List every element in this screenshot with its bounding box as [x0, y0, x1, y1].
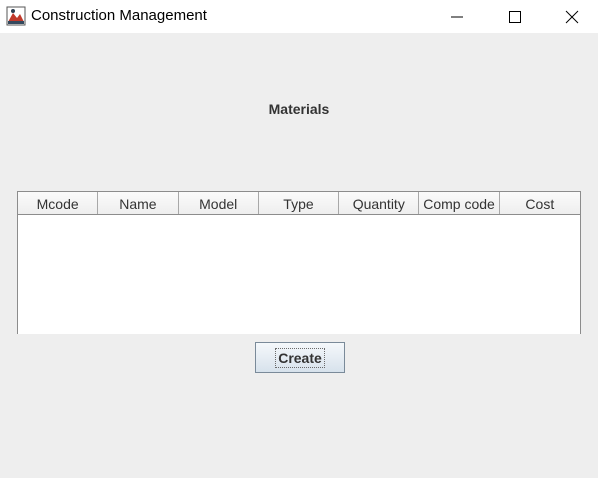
minimize-icon: [451, 16, 463, 17]
column-header-type[interactable]: Type: [259, 192, 340, 214]
maximize-icon: [509, 10, 521, 23]
materials-table[interactable]: Mcode Name Model Type Quantity Comp code…: [17, 191, 581, 334]
close-button[interactable]: [545, 0, 598, 33]
column-header-comp-code[interactable]: Comp code: [419, 192, 500, 214]
create-button[interactable]: Create: [255, 342, 345, 373]
column-header-name[interactable]: Name: [98, 192, 179, 214]
app-icon: [6, 6, 26, 26]
window-title: Construction Management: [31, 7, 207, 24]
column-header-model[interactable]: Model: [179, 192, 259, 214]
maximize-button[interactable]: [486, 0, 544, 33]
page-title: Materials: [268, 101, 330, 117]
column-header-quantity[interactable]: Quantity: [339, 192, 420, 214]
main-content: Materials Mcode Name Model Type Quantity…: [0, 33, 598, 478]
column-header-mcode[interactable]: Mcode: [18, 192, 99, 214]
close-icon: [565, 10, 578, 23]
table-body[interactable]: [18, 215, 580, 333]
table-header: Mcode Name Model Type Quantity Comp code…: [18, 191, 580, 215]
column-header-cost[interactable]: Cost: [500, 192, 580, 214]
title-bar[interactable]: Construction Management: [0, 0, 598, 33]
minimize-button[interactable]: [428, 0, 486, 33]
create-button-label: Create: [275, 347, 325, 368]
